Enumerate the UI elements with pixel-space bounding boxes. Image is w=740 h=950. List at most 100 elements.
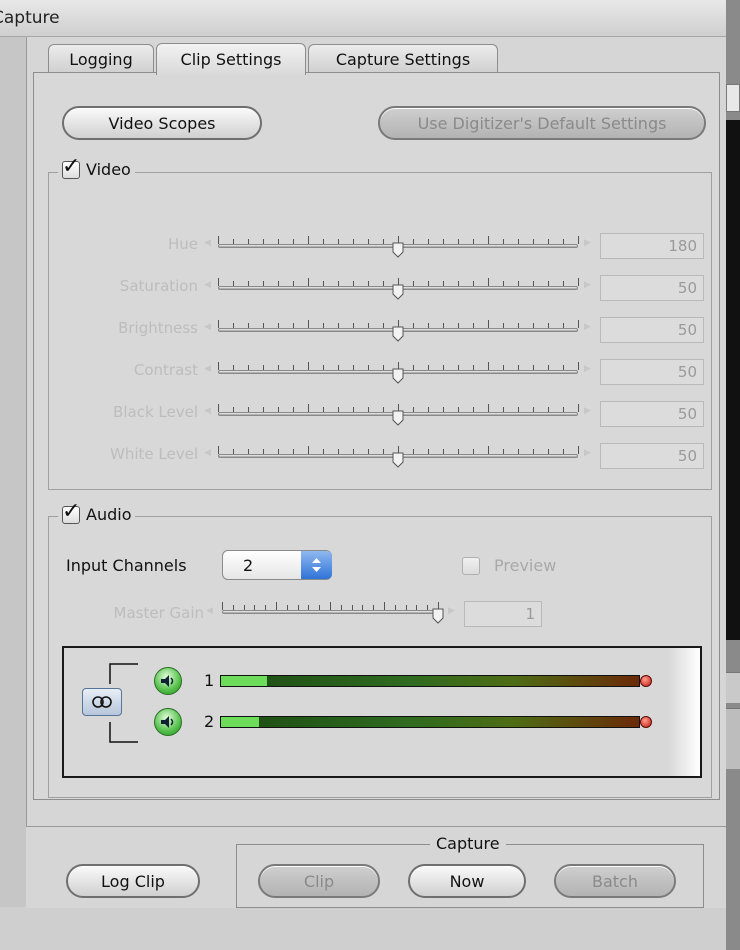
channel-number: 1 <box>204 671 215 690</box>
slider-tick <box>278 365 279 370</box>
slider-tick <box>248 449 249 454</box>
master-gain-right-arrow-icon[interactable]: ▶ <box>448 606 455 616</box>
slider-saturation[interactable] <box>218 278 579 300</box>
slider-tick <box>254 605 255 610</box>
master-gain-slider-thumb[interactable] <box>432 608 444 624</box>
slider-left-arrow-icon[interactable]: ◀ <box>204 406 211 416</box>
input-channels-select[interactable]: 2 <box>222 550 332 580</box>
slider-right-arrow-icon[interactable]: ▶ <box>584 406 591 416</box>
slider-right-arrow-icon[interactable]: ▶ <box>584 322 591 332</box>
log-clip-button[interactable]: Log Clip <box>66 864 200 898</box>
slider-tick <box>248 365 249 370</box>
slider-value-white-level[interactable]: 50 <box>600 443 704 469</box>
slider-contrast-thumb[interactable] <box>392 368 404 384</box>
master-gain-value[interactable]: 1 <box>464 601 542 627</box>
slider-tick <box>353 365 354 370</box>
peak-indicator-icon[interactable] <box>640 675 652 687</box>
window-title: Capture <box>0 8 60 28</box>
slider-value-black-level[interactable]: 50 <box>600 401 704 427</box>
slider-left-arrow-icon[interactable]: ◀ <box>204 364 211 374</box>
slider-tick <box>338 239 339 244</box>
video-checkbox[interactable]: ✓ <box>62 155 80 179</box>
slider-tick <box>518 407 519 412</box>
video-scopes-button[interactable]: Video Scopes <box>62 106 262 140</box>
slider-tick <box>368 407 369 412</box>
slider-tick <box>278 323 279 328</box>
peak-indicator-icon[interactable] <box>640 716 652 728</box>
slider-tick <box>533 449 534 454</box>
slider-right-arrow-icon[interactable]: ▶ <box>584 238 591 248</box>
slider-tick <box>278 281 279 286</box>
slider-brightness[interactable] <box>218 320 579 342</box>
preview-checkbox[interactable] <box>462 557 480 575</box>
slider-tick <box>413 281 414 286</box>
slider-tick <box>338 365 339 370</box>
slider-tick <box>308 278 309 286</box>
slider-black-level[interactable] <box>218 404 579 426</box>
slider-tick <box>518 281 519 286</box>
slider-left-arrow-icon[interactable]: ◀ <box>204 280 211 290</box>
slider-value-hue[interactable]: 180 <box>600 233 704 259</box>
master-gain-left-arrow-icon[interactable]: ◀ <box>206 606 213 616</box>
slider-tick <box>383 323 384 328</box>
slider-tick <box>265 605 266 610</box>
slider-value-brightness[interactable]: 50 <box>600 317 704 343</box>
slider-label-brightness: Brightness <box>118 319 198 337</box>
channel-level-meter <box>220 716 640 728</box>
slider-white-level-thumb[interactable] <box>392 452 404 468</box>
slider-hue-thumb[interactable] <box>392 242 404 258</box>
video-group-legend: ✓ Video <box>58 155 135 179</box>
channel-level-meter <box>220 675 640 687</box>
master-gain-slider[interactable] <box>222 602 444 624</box>
slider-tick <box>473 239 474 244</box>
slider-tick <box>338 281 339 286</box>
audio-checkbox[interactable]: ✓ <box>62 500 80 524</box>
audio-group-legend: ✓ Audio <box>58 500 136 524</box>
slider-label-contrast: Contrast <box>133 361 198 379</box>
slider-black-level-thumb[interactable] <box>392 410 404 426</box>
slider-tick <box>218 278 219 286</box>
slider-tick <box>383 449 384 454</box>
input-channels-stepper[interactable] <box>301 551 332 579</box>
slider-tick <box>218 446 219 454</box>
slider-tick <box>323 323 324 328</box>
slider-hue[interactable] <box>218 236 579 258</box>
slider-tick <box>323 281 324 286</box>
slider-tick <box>383 407 384 412</box>
slider-right-arrow-icon[interactable]: ▶ <box>584 280 591 290</box>
slider-tick <box>248 407 249 412</box>
slider-left-arrow-icon[interactable]: ◀ <box>204 322 211 332</box>
slider-brightness-thumb[interactable] <box>392 326 404 342</box>
slider-tick <box>338 449 339 454</box>
slider-tick <box>578 362 579 370</box>
slider-left-arrow-icon[interactable]: ◀ <box>204 238 211 248</box>
slider-white-level[interactable] <box>218 446 579 468</box>
speaker-icon[interactable] <box>154 667 182 695</box>
slider-tick <box>395 605 396 610</box>
slider-tick <box>578 404 579 412</box>
tab-clip-settings[interactable]: Clip Settings <box>156 43 306 75</box>
slider-left-arrow-icon[interactable]: ◀ <box>204 448 211 458</box>
slider-tick <box>563 365 564 370</box>
slider-tick <box>413 407 414 412</box>
slider-value-saturation[interactable]: 50 <box>600 275 704 301</box>
use-digitizer-default-settings-button[interactable]: Use Digitizer's Default Settings <box>378 106 706 140</box>
slider-tick <box>563 323 564 328</box>
slider-tick <box>416 605 417 610</box>
slider-value-contrast[interactable]: 50 <box>600 359 704 385</box>
capture-clip-button[interactable]: Clip <box>258 864 380 898</box>
slider-tick <box>563 407 564 412</box>
slider-tick <box>293 323 294 328</box>
input-channels-value: 2 <box>243 556 254 575</box>
capture-now-button[interactable]: Now <box>408 864 526 898</box>
slider-contrast[interactable] <box>218 362 579 384</box>
stereo-link-button[interactable] <box>82 688 122 716</box>
tab-capture-settings[interactable]: Capture Settings <box>308 44 498 74</box>
tab-logging[interactable]: Logging <box>48 44 154 74</box>
slider-right-arrow-icon[interactable]: ▶ <box>584 448 591 458</box>
speaker-icon[interactable] <box>154 708 182 736</box>
capture-batch-button[interactable]: Batch <box>554 864 676 898</box>
slider-saturation-thumb[interactable] <box>392 284 404 300</box>
slider-right-arrow-icon[interactable]: ▶ <box>584 364 591 374</box>
slider-tick <box>548 407 549 412</box>
